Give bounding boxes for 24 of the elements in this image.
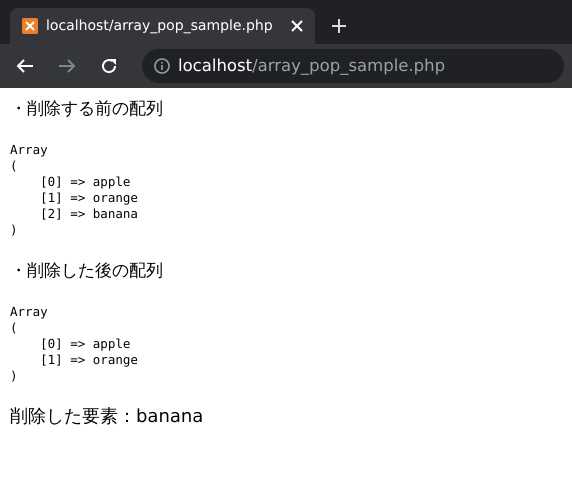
array-dump-line: ( bbox=[10, 320, 18, 335]
array-dump-line: [2] => banana bbox=[39, 206, 138, 221]
back-icon[interactable] bbox=[16, 58, 34, 74]
forward-icon[interactable] bbox=[58, 58, 76, 74]
close-icon[interactable] bbox=[291, 20, 303, 32]
reload-icon[interactable] bbox=[100, 57, 118, 75]
array-dump-line: [1] => orange bbox=[39, 352, 138, 367]
result-text: 削除した要素：banana bbox=[10, 406, 204, 428]
array-dump-line: [1] => orange bbox=[39, 190, 138, 205]
array-dump-line: ) bbox=[10, 222, 18, 237]
section-heading: ・削除する前の配列 bbox=[10, 98, 164, 120]
array-dump-line: Array bbox=[10, 304, 48, 319]
array-dump-line: [0] => apple bbox=[39, 174, 130, 189]
array-dump-line: Array bbox=[10, 142, 48, 157]
plus-icon[interactable] bbox=[331, 18, 347, 34]
address-bar[interactable]: localhost/array_pop_sample.php bbox=[142, 49, 564, 83]
section-heading: ・削除した後の配列 bbox=[10, 260, 164, 282]
info-icon bbox=[154, 58, 170, 74]
array-dump-line: ) bbox=[10, 368, 18, 383]
browser-tab[interactable]: localhost/array_pop_sample.php bbox=[10, 8, 315, 44]
site-icon bbox=[22, 18, 38, 34]
array-dump-line: [0] => apple bbox=[39, 336, 130, 351]
array-dump-line: ( bbox=[10, 158, 18, 173]
url-text: localhost/array_pop_sample.php bbox=[178, 54, 446, 77]
